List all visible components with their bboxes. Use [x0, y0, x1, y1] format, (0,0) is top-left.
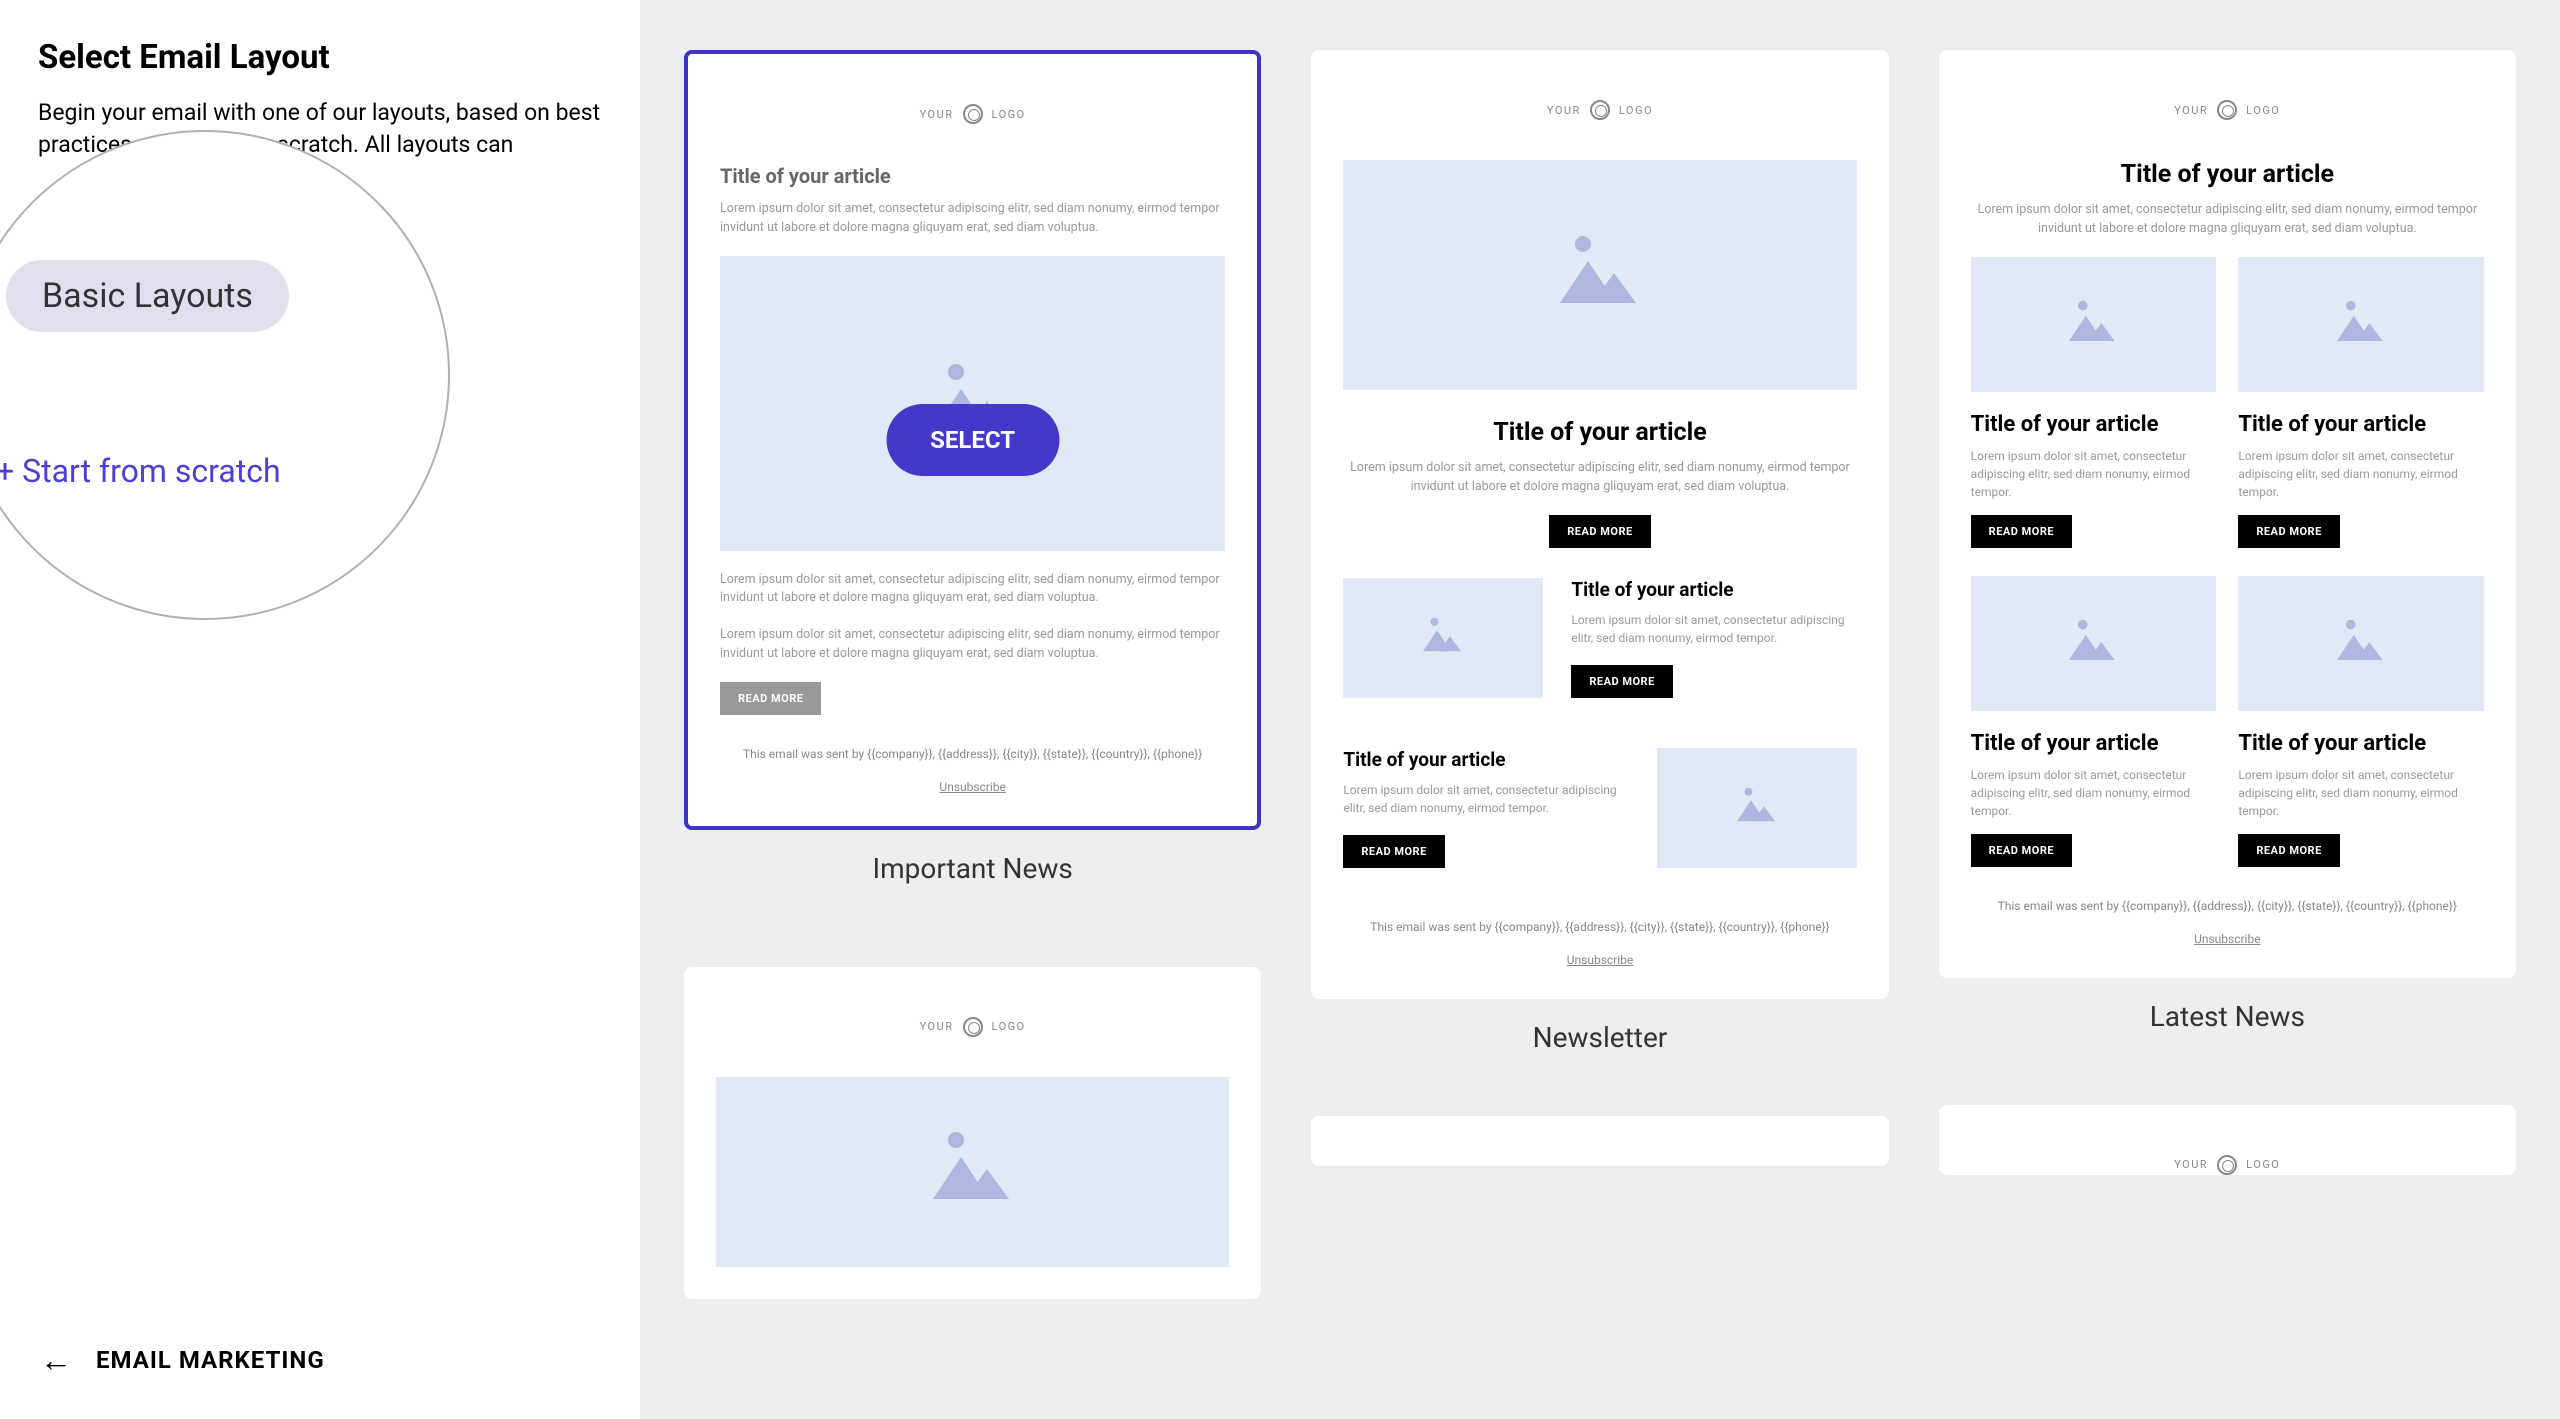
lorem-text: Lorem ipsum dolor sit amet, consectetur …	[1343, 459, 1856, 497]
article-title: Title of your article	[2238, 731, 2484, 756]
mountain-icon	[1737, 794, 1777, 822]
breadcrumb-label: EMAIL MARKETING	[96, 1346, 325, 1374]
mountain-icon	[933, 1144, 1013, 1199]
mountain-icon	[2337, 308, 2385, 341]
article-title: Title of your article	[1971, 731, 2217, 756]
mountain-icon	[2069, 627, 2117, 660]
grid-item: Title of your article Lorem ipsum dolor …	[2238, 257, 2484, 548]
layout-name: Latest News	[2150, 1000, 2305, 1033]
lorem-text: Lorem ipsum dolor sit amet, consectetur …	[720, 571, 1225, 609]
article-title: Title of your article	[1343, 748, 1628, 771]
article-title: Title of your article	[1971, 412, 2217, 437]
image-placeholder	[1971, 257, 2217, 392]
lorem-text: Lorem ipsum dolor sit amet, consectetur …	[1343, 781, 1628, 817]
lorem-text: Lorem ipsum dolor sit amet, consectetur …	[2238, 447, 2484, 501]
article-title: Title of your article	[2238, 412, 2484, 437]
mountain-icon	[1560, 248, 1640, 303]
layout-name: Newsletter	[1533, 1021, 1668, 1054]
article-title: Title of your article	[720, 164, 1225, 188]
email-footer: This email was sent by {{company}}, {{ad…	[1343, 918, 1856, 967]
read-more-button[interactable]: READ MORE	[1971, 834, 2072, 867]
logo-icon	[963, 1017, 983, 1037]
layout-card-latest-news[interactable]: YOUR LOGO Title of your article Lorem ip…	[1939, 50, 2516, 978]
read-more-button[interactable]: READ MORE	[720, 682, 821, 715]
grid-item: Title of your article Lorem ipsum dolor …	[1971, 257, 2217, 548]
layout-card-partial[interactable]: YOUR LOGO	[684, 967, 1261, 1299]
mountain-icon	[2337, 627, 2385, 660]
lorem-text: Lorem ipsum dolor sit amet, consectetur …	[720, 200, 1225, 238]
magnifier-callout: Basic Layouts + Start from scratch	[0, 130, 450, 620]
logo: YOUR LOGO	[1343, 100, 1856, 120]
image-placeholder	[1971, 576, 2217, 711]
lorem-text: Lorem ipsum dolor sit amet, consectetur …	[1971, 766, 2217, 820]
grid-item: Title of your article Lorem ipsum dolor …	[1971, 576, 2217, 867]
logo: YOUR LOGO	[720, 104, 1225, 124]
lorem-text: Lorem ipsum dolor sit amet, consectetur …	[1971, 201, 2484, 239]
lorem-text: Lorem ipsum dolor sit amet, consectetur …	[1971, 447, 2217, 501]
start-from-scratch-link[interactable]: + Start from scratch	[0, 452, 404, 490]
lorem-text: Lorem ipsum dolor sit amet, consectetur …	[720, 626, 1225, 664]
read-more-button[interactable]: READ MORE	[2238, 515, 2339, 548]
layout-card-important-news[interactable]: YOUR LOGO Title of your article Lorem ip…	[684, 50, 1261, 830]
read-more-button[interactable]: READ MORE	[1571, 665, 1672, 698]
sidebar: Select Email Layout Begin your email wit…	[0, 0, 640, 1419]
article-title: Title of your article	[1571, 578, 1856, 601]
image-placeholder	[1343, 578, 1543, 698]
basic-layouts-tab[interactable]: Basic Layouts	[6, 260, 289, 332]
image-placeholder	[1343, 160, 1856, 390]
email-footer: This email was sent by {{company}}, {{ad…	[1971, 897, 2484, 946]
select-button[interactable]: SELECT	[886, 404, 1059, 476]
mountain-icon	[1423, 624, 1463, 652]
logo-icon	[2217, 100, 2237, 120]
layout-card-newsletter[interactable]: YOUR LOGO Title of your article Lorem ip…	[1311, 50, 1888, 999]
layout-name: Important News	[873, 852, 1073, 885]
image-placeholder	[2238, 576, 2484, 711]
lorem-text: Lorem ipsum dolor sit amet, consectetur …	[1571, 611, 1856, 647]
lorem-text: Lorem ipsum dolor sit amet, consectetur …	[2238, 766, 2484, 820]
layout-card-partial[interactable]: YOUR LOGO	[1939, 1105, 2516, 1175]
layout-gallery: YOUR LOGO Title of your article Lorem ip…	[640, 0, 2560, 1419]
unsubscribe-link[interactable]: Unsubscribe	[1567, 953, 1634, 967]
image-placeholder	[716, 1077, 1229, 1267]
logo-icon	[963, 104, 983, 124]
read-more-button[interactable]: READ MORE	[1971, 515, 2072, 548]
back-arrow-icon[interactable]: ←	[40, 1341, 72, 1379]
logo: YOUR LOGO	[716, 1017, 1229, 1037]
logo: YOUR LOGO	[1971, 1155, 2484, 1175]
logo-icon	[1590, 100, 1610, 120]
read-more-button[interactable]: READ MORE	[1343, 835, 1444, 868]
image-placeholder	[1657, 748, 1857, 868]
read-more-button[interactable]: READ MORE	[1549, 515, 1650, 548]
grid-item: Title of your article Lorem ipsum dolor …	[2238, 576, 2484, 867]
email-footer: This email was sent by {{company}}, {{ad…	[720, 745, 1225, 794]
article-title: Title of your article	[1343, 418, 1856, 447]
layout-card-partial[interactable]	[1311, 1116, 1888, 1166]
logo: YOUR LOGO	[1971, 100, 2484, 120]
article-title: Title of your article	[1971, 160, 2484, 189]
read-more-button[interactable]: READ MORE	[2238, 834, 2339, 867]
sidebar-footer: ← EMAIL MARKETING	[0, 1301, 640, 1419]
unsubscribe-link[interactable]: Unsubscribe	[939, 780, 1006, 794]
image-placeholder	[2238, 257, 2484, 392]
logo-icon	[2217, 1155, 2237, 1175]
mountain-icon	[2069, 308, 2117, 341]
page-title: Select Email Layout	[38, 38, 602, 77]
unsubscribe-link[interactable]: Unsubscribe	[2194, 932, 2261, 946]
